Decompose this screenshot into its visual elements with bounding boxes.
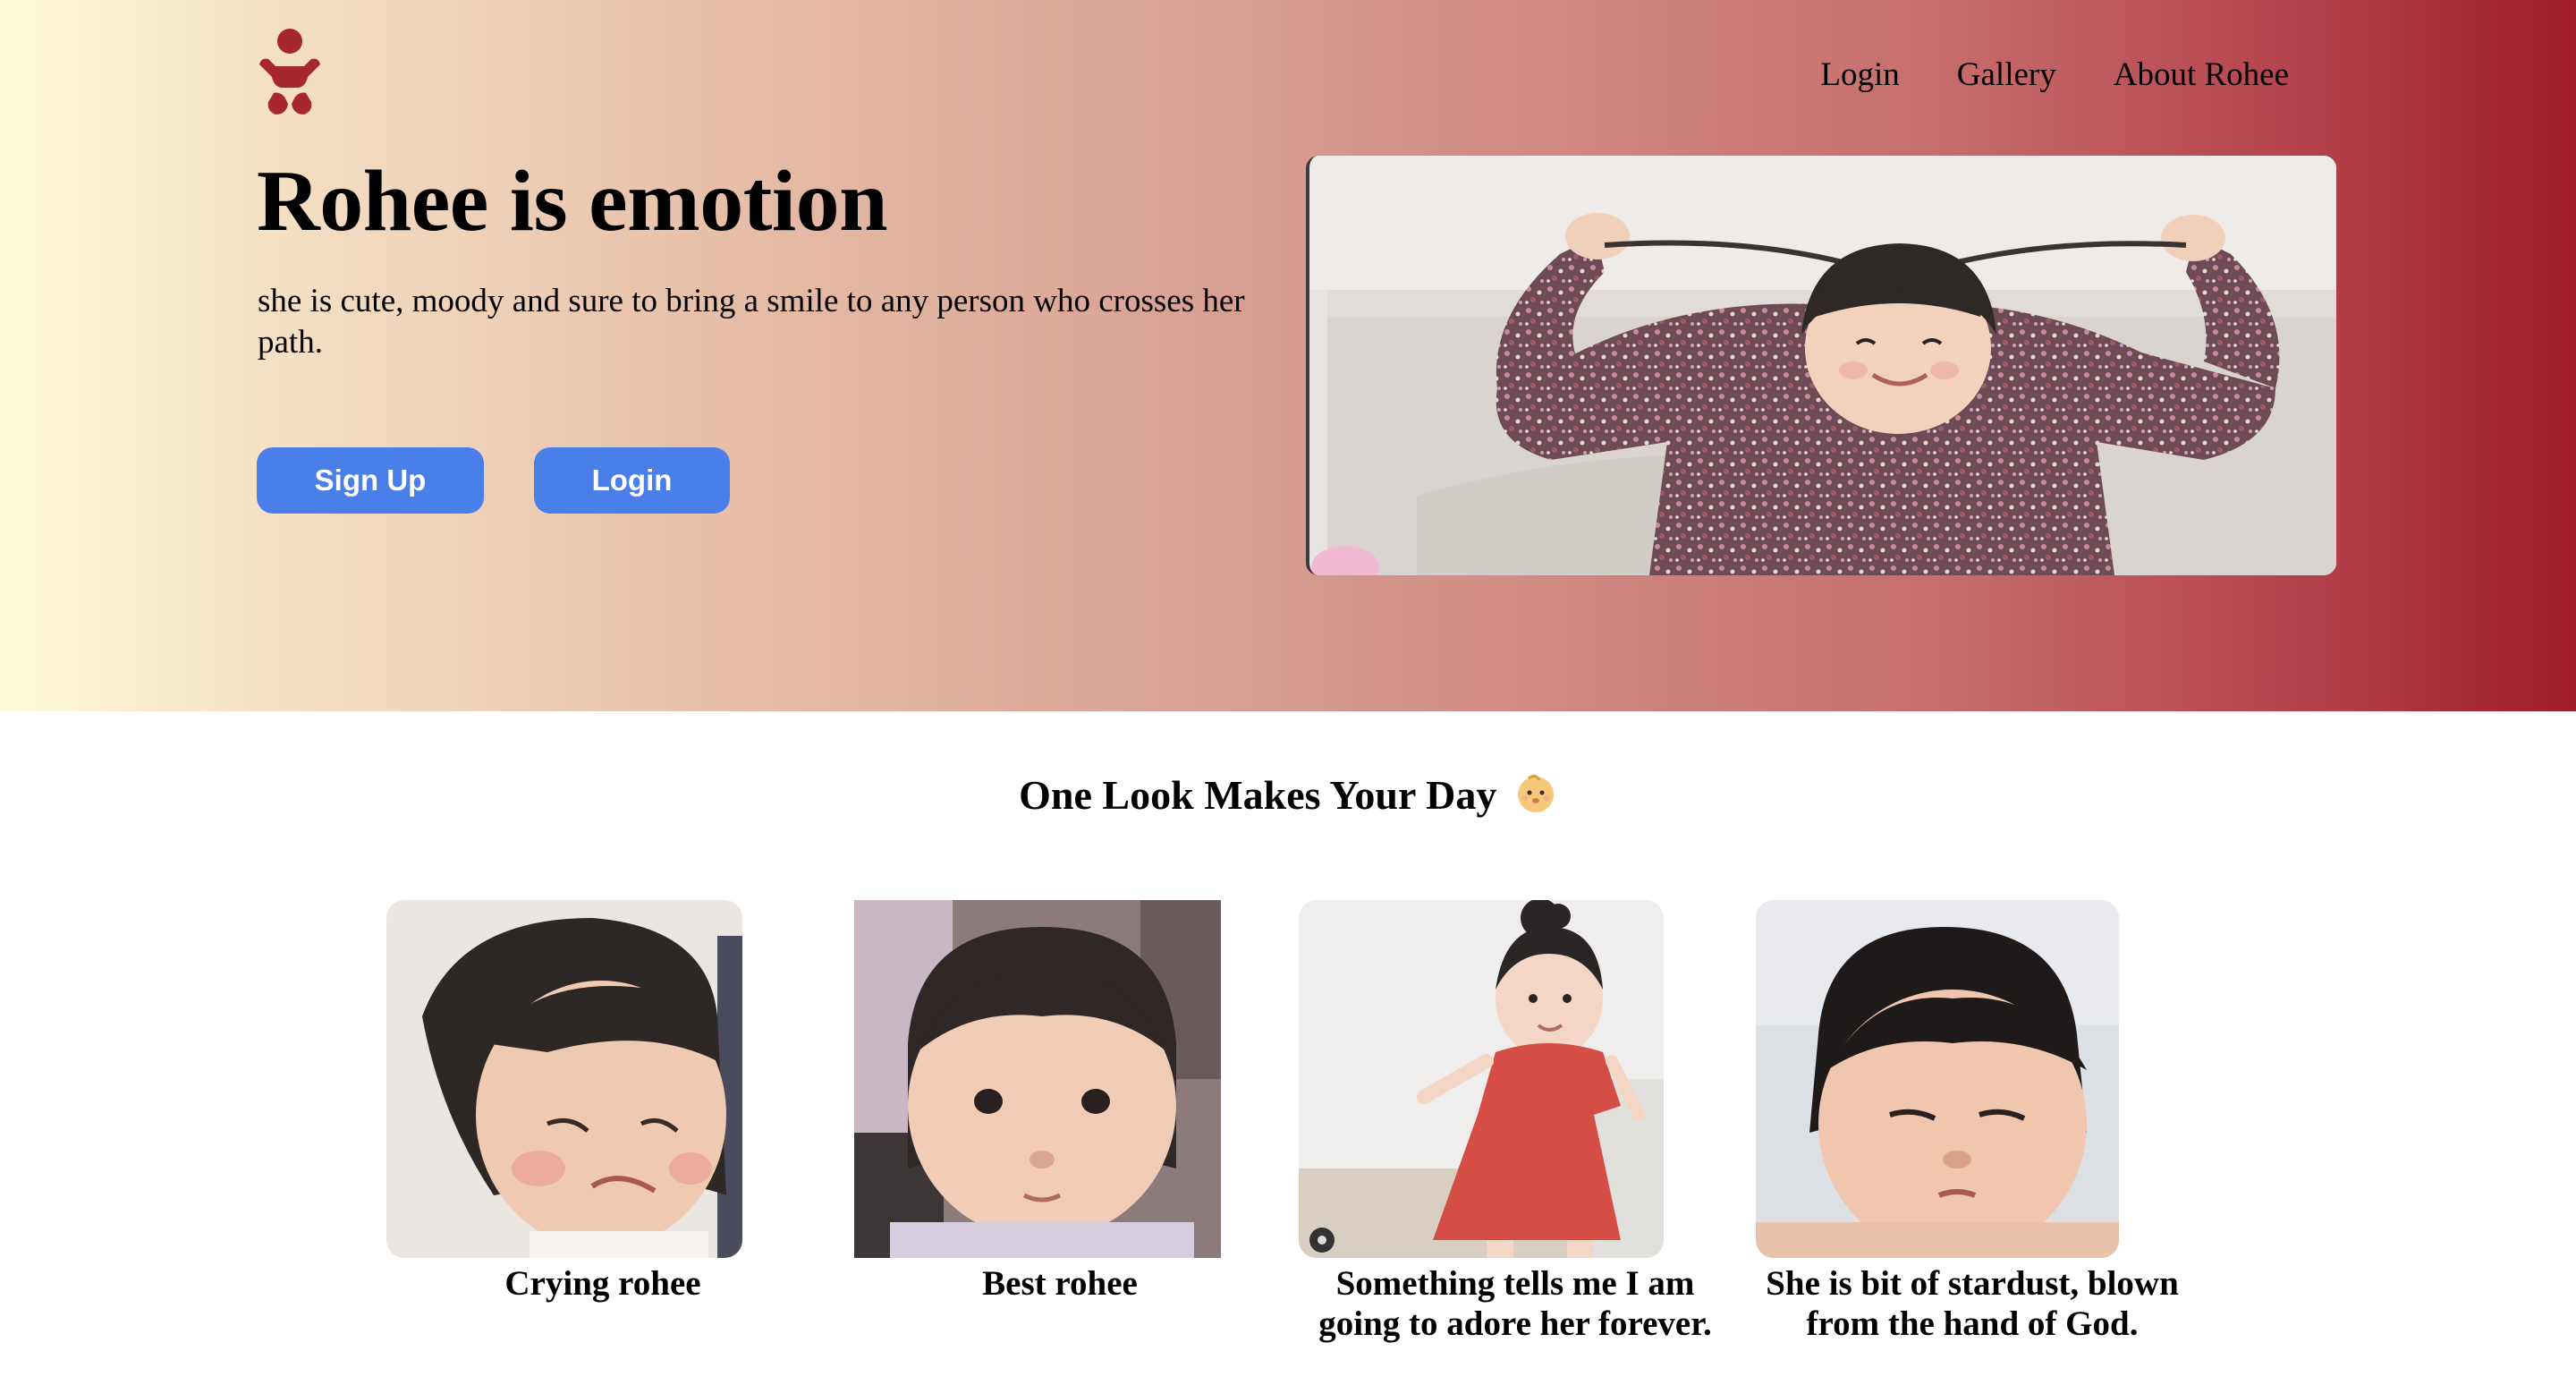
gallery-image-best[interactable] bbox=[854, 900, 1221, 1258]
nav-login-link[interactable]: Login bbox=[1820, 55, 1899, 94]
hero-section: Login Gallery About Rohee Rohee is emoti… bbox=[0, 0, 2576, 711]
signup-button[interactable]: Sign Up bbox=[257, 447, 484, 514]
hero-photo bbox=[1306, 156, 2336, 575]
gallery-image-stardust[interactable] bbox=[1756, 900, 2119, 1258]
gallery-title-text: One Look Makes Your Day bbox=[1019, 772, 1497, 818]
caption-adore: Something tells me I am going to adore h… bbox=[1318, 1264, 1712, 1343]
caption-crying: Crying rohee bbox=[504, 1264, 701, 1303]
hero-title: Rohee is emotion bbox=[257, 153, 888, 250]
caption-best: Best rohee bbox=[982, 1264, 1138, 1303]
login-button[interactable]: Login bbox=[534, 447, 730, 514]
gallery-title: One Look Makes Your Day bbox=[0, 771, 2576, 824]
baby-face-emoji-icon bbox=[1514, 771, 1557, 824]
nav-about-link[interactable]: About Rohee bbox=[2114, 55, 2289, 94]
gallery-image-crying[interactable] bbox=[386, 900, 742, 1258]
caption-stardust: She is bit of stardust, blown from the h… bbox=[1766, 1264, 2179, 1343]
nav-gallery-link[interactable]: Gallery bbox=[1957, 55, 2056, 94]
top-nav: Login Gallery About Rohee bbox=[1820, 55, 2289, 94]
baby-logo-icon[interactable] bbox=[256, 27, 324, 116]
gallery-image-red-dress[interactable] bbox=[1299, 900, 1664, 1258]
hero-subtitle: she is cute, moody and sure to bring a s… bbox=[258, 283, 1245, 361]
